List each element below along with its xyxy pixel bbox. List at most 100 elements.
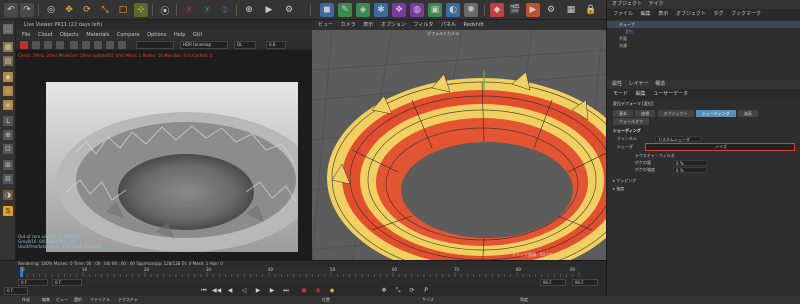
attr-tab-basic[interactable]: 基本	[613, 110, 633, 117]
workplane-icon[interactable]: ▤	[3, 56, 13, 66]
om-menu-tags[interactable]: タグ	[713, 11, 723, 17]
stop-icon[interactable]	[20, 41, 28, 49]
scale-key-icon[interactable]: ⤡	[394, 287, 402, 295]
snap-icon[interactable]: ⦿	[158, 3, 172, 17]
field-icon[interactable]: ◍	[410, 3, 424, 17]
object-row[interactable]: 変形	[607, 28, 800, 35]
lv-menu-help[interactable]: Help	[174, 32, 185, 38]
deformer-icon[interactable]: ❖	[392, 3, 406, 17]
goto-start-icon[interactable]: ⏮	[200, 287, 208, 295]
save-image-icon[interactable]	[118, 41, 126, 49]
pen-icon[interactable]: ✎	[338, 3, 352, 17]
picture-viewer-icon[interactable]: ⚙	[544, 3, 558, 17]
undo-icon[interactable]: ↶	[4, 3, 18, 17]
viewport-scene[interactable]	[312, 30, 606, 262]
mat-menu-create[interactable]: 作成	[22, 296, 30, 304]
scene-icon[interactable]: ▣	[428, 3, 442, 17]
am-menu-userdata[interactable]: ユーザーデータ	[653, 91, 688, 97]
vp-menu-options[interactable]: オプション	[381, 22, 406, 28]
lv-menu-compare[interactable]: Compare	[117, 32, 140, 38]
position-key-icon[interactable]: ✥	[380, 287, 388, 295]
attr-tab-falloff[interactable]: 減衰	[737, 110, 758, 117]
mat-menu-material[interactable]: マテリアル	[90, 296, 110, 304]
render-view-icon[interactable]: ▶	[262, 3, 276, 17]
solo-icon[interactable]: S	[3, 206, 13, 216]
vp-menu-redshift[interactable]: Redshift	[464, 22, 484, 28]
redshift-icon[interactable]: ◆	[490, 3, 504, 17]
workplane-lock-icon[interactable]: ⊟	[3, 174, 13, 184]
camera-icon[interactable]: ◐	[446, 3, 460, 17]
snapping-icon[interactable]: ⊡	[3, 144, 13, 154]
om-menu-file[interactable]: ファイル	[613, 11, 633, 17]
polygons-icon[interactable]: ◈	[3, 100, 13, 110]
z-axis-icon[interactable]: Ⓩ	[218, 3, 232, 17]
start-frame-field[interactable]: 0 F	[18, 279, 48, 286]
lv-menu-objects[interactable]: Objects	[60, 32, 79, 38]
mat-menu-select[interactable]: 選択	[74, 296, 82, 304]
rotate-icon[interactable]: ⟳	[80, 3, 94, 17]
tweak-icon[interactable]: ⊕	[3, 130, 13, 140]
autokey-icon[interactable]: ◉	[314, 287, 322, 295]
live-select-icon[interactable]: ◎	[44, 3, 58, 17]
lv-menu-cloud[interactable]: Cloud	[38, 32, 52, 38]
render-settings-icon[interactable]: ⚙	[282, 3, 296, 17]
array-icon[interactable]: ✱	[374, 3, 388, 17]
max-frame-field[interactable]: 90 F	[540, 279, 566, 286]
tonemap-dropdown[interactable]: HDR tonemap	[180, 41, 228, 49]
region-icon[interactable]	[70, 41, 78, 49]
lv-menu-file[interactable]: File	[22, 32, 30, 38]
edges-icon[interactable]: ◇	[3, 86, 13, 96]
shader-field[interactable]: ノイズ	[645, 143, 795, 151]
render-icon[interactable]: ▶	[526, 3, 540, 17]
play-icon[interactable]	[32, 41, 40, 49]
coord-system-icon[interactable]: ⊕	[242, 3, 256, 17]
prev-frame-icon[interactable]: ◀	[226, 287, 234, 295]
attr-tab-coord[interactable]: 座標	[635, 110, 656, 117]
axis-icon[interactable]: ⊹	[134, 3, 148, 17]
mat-menu-view[interactable]: ビュー	[56, 296, 68, 304]
clapper-icon[interactable]: 🎬	[508, 3, 522, 17]
scale-icon[interactable]: ⤡	[98, 3, 112, 17]
camera-label[interactable]: デフォルトカメラ	[427, 31, 459, 37]
om-menu-bookmarks[interactable]: ブックマーク	[731, 11, 761, 17]
object-row[interactable]: チューブ	[607, 21, 800, 28]
vp-menu-panel[interactable]: パネル	[441, 22, 456, 28]
lv-menu-materials[interactable]: Materials	[86, 32, 109, 38]
sculpt-icon[interactable]: ◑	[3, 190, 13, 200]
restart-icon[interactable]	[56, 41, 64, 49]
mat-menu-texture[interactable]: テクスチャ	[118, 296, 138, 304]
object-row[interactable]: 光源	[607, 42, 800, 49]
viewport-panel[interactable]: ビュー カメラ 表示 オプション フィルタ パネル Redshift デフォルト…	[312, 20, 606, 262]
current-frame-field[interactable]: 0 F	[4, 287, 28, 295]
exposure-field[interactable]: 0.6	[266, 41, 286, 49]
om-menu-view[interactable]: 表示	[658, 11, 668, 17]
tab-attributes[interactable]: 属性	[612, 81, 622, 87]
cube-icon[interactable]: ◼	[320, 3, 334, 17]
record-icon[interactable]: ●	[300, 287, 308, 295]
enable-axis-icon[interactable]: L	[3, 116, 13, 126]
make-editable-icon[interactable]: ⬚	[3, 24, 13, 34]
x-axis-icon[interactable]: Ⓧ	[182, 3, 196, 17]
mat-menu-edit[interactable]: 編集	[42, 296, 50, 304]
lock-view-icon[interactable]	[94, 41, 102, 49]
kernel-dropdown[interactable]: DL	[234, 41, 256, 49]
vp-menu-display[interactable]: 表示	[363, 22, 373, 28]
clay-icon[interactable]	[106, 41, 114, 49]
end-frame-field[interactable]: 90 F	[572, 279, 598, 286]
channel-dropdown[interactable]: カスタムシェーダ	[655, 136, 701, 142]
light-icon[interactable]: ✺	[464, 3, 478, 17]
keyframe-icon[interactable]: ◆	[328, 287, 336, 295]
redo-icon[interactable]: ↷	[20, 3, 34, 17]
strength-section[interactable]: ▸ 強度	[613, 186, 624, 192]
model-icon[interactable]: □	[116, 3, 130, 17]
blur-scale-field[interactable]: 0 %	[673, 167, 707, 173]
om-menu-object[interactable]: オブジェクト	[676, 11, 706, 17]
texture-icon[interactable]: ▦	[3, 42, 13, 52]
lv-mode-dropdown[interactable]	[136, 41, 174, 49]
focus-icon[interactable]	[82, 41, 90, 49]
goto-end-icon[interactable]: ⏭	[282, 287, 290, 295]
am-menu-edit[interactable]: 編集	[636, 91, 646, 97]
layout-icon[interactable]: ▦	[564, 3, 578, 17]
min-frame-field[interactable]: 0 F	[52, 279, 82, 286]
lv-menu-options[interactable]: Options	[147, 32, 166, 38]
